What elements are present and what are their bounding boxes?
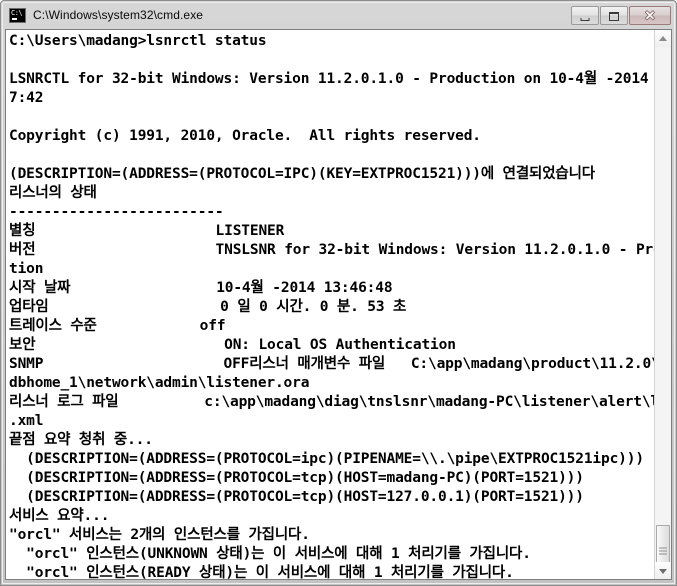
console-line: (DESCRIPTION=(ADDRESS=(PROTOCOL=ipc)(PIP… [9,451,644,467]
maximize-icon [609,11,619,21]
maximize-button[interactable] [600,5,628,25]
console-line: 보안 ON: Local OS Authentication [9,337,456,353]
vertical-scrollbar[interactable] [654,30,671,579]
console-line: "orcl" 인스턴스(UNKNOWN 상태)는 이 서비스에 대해 1 처리기… [9,546,531,562]
scrollbar-grip-icon [659,547,667,555]
console-line: .xml [9,413,44,429]
console-line: (DESCRIPTION=(ADDRESS=(PROTOCOL=tcp)(HOS… [9,489,584,505]
title-bar[interactable]: C:\ C:\Windows\system32\cmd.exe ✕ [1,1,676,29]
console-line: 7:42 [9,90,44,106]
console-line: ------------------------- [9,204,224,220]
console-line: 리스너의 상태 [9,185,97,201]
console-icon-cursor [12,17,17,20]
close-icon: ✕ [644,7,656,23]
console-line: (DESCRIPTION=(ADDRESS=(PROTOCOL=IPC)(KEY… [9,166,595,182]
minimize-icon [580,17,590,21]
window-controls: ✕ [571,5,671,25]
console-line: Copyright (c) 1991, 2010, Oracle. All ri… [9,128,481,144]
scroll-down-arrow-icon [659,568,667,574]
close-button[interactable]: ✕ [629,5,671,25]
scroll-up-arrow-icon [659,35,667,41]
console-line: tion [9,261,44,277]
console-line: SNMP OFF리스너 매개변수 파일 C:\app\madang\produc… [9,356,654,372]
scroll-up-button[interactable] [655,30,671,47]
console-line: 별칭 LISTENER [9,223,285,239]
console-line: "orcl" 서비스는 2개의 인스턴스를 가집니다. [9,527,310,543]
console-line: 버전 TNSLSNR for 32-bit Windows: Version 1… [9,242,654,258]
console-output[interactable]: C:\Users\madang>lsnrctl status LSNRCTL f… [6,30,654,579]
console-line: 리스너 로그 파일 c:\app\madang\diag\tnslsnr\mad… [9,394,654,410]
scroll-down-button[interactable] [655,562,671,579]
cmd-window: C:\ C:\Windows\system32\cmd.exe ✕ C:\Use… [0,0,677,586]
console-line: 업타임 0 일 0 시간. 0 분. 53 초 [9,299,407,315]
console-line: 끝점 요약 청취 중... [9,432,153,448]
console-line: 서비스 요약... [9,508,110,524]
console-client-area: C:\Users\madang>lsnrctl status LSNRCTL f… [5,29,672,580]
console-icon-glyph: C:\ [11,8,23,17]
scrollbar-track[interactable] [655,47,671,577]
minimize-button[interactable] [571,5,599,25]
console-line: (DESCRIPTION=(ADDRESS=(PROTOCOL=tcp)(HOS… [9,470,584,486]
window-title: C:\Windows\system32\cmd.exe [33,8,204,22]
console-line: 시작 날짜 10-4월 -2014 13:46:48 [9,280,393,296]
console-line: LSNRCTL for 32-bit Windows: Version 11.2… [9,71,654,87]
console-icon: C:\ [9,7,26,23]
console-line: "orcl" 인스턴스(READY 상태)는 이 서비스에 대해 1 처리기를 … [9,565,514,579]
console-line: C:\Users\madang>lsnrctl status [9,33,267,49]
console-line: 트레이스 수준 off [9,318,226,334]
console-line: dbhome_1\network\admin\listener.ora [9,375,310,391]
